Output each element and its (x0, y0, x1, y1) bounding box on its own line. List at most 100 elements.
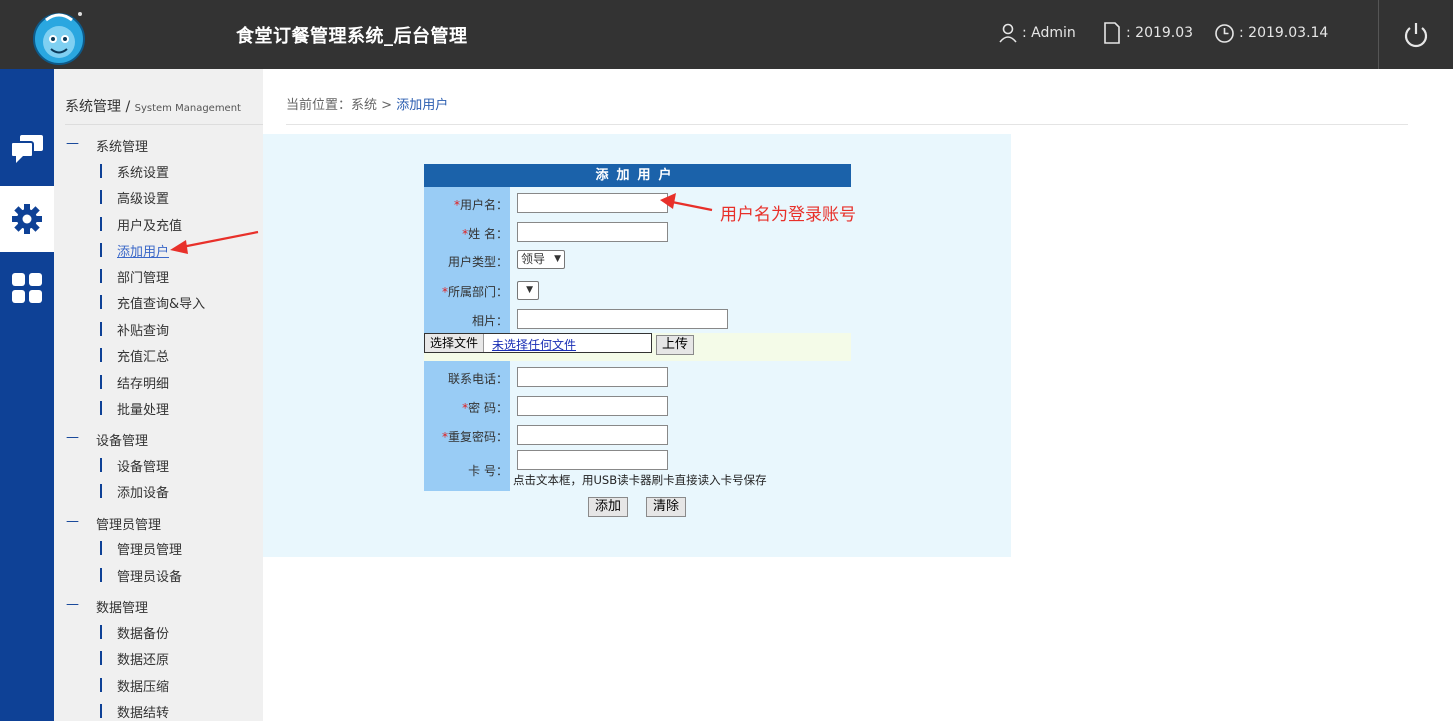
item-bar (100, 541, 102, 555)
grid-icon (12, 273, 42, 303)
version-sep: : (1126, 25, 1131, 41)
item-bar (100, 217, 102, 231)
user-type-label: 用户类型： (447, 255, 508, 269)
item-label: 补贴查询 (117, 324, 170, 339)
repeat-password-label: *重复密码： (418, 428, 508, 445)
chevron-down-icon: ▼ (526, 285, 533, 295)
breadcrumb-divider (286, 124, 1408, 125)
item-label: 系统设置 (117, 166, 170, 181)
item-label: 部门管理 (117, 271, 170, 286)
user-icon (999, 23, 1017, 43)
group-label: 设备管理 (96, 434, 149, 449)
department-label: *所属部门： (418, 283, 508, 300)
item-label: 用户及充值 (117, 219, 183, 234)
card-input[interactable] (517, 450, 668, 470)
group-dash: — (66, 430, 79, 445)
username-input[interactable] (517, 193, 668, 213)
icon-rail (0, 69, 54, 721)
version-text: 2019.03 (1135, 25, 1194, 41)
password-input[interactable] (517, 396, 668, 416)
item-label: 管理员设备 (117, 570, 183, 585)
rail-messages[interactable] (0, 116, 54, 182)
name-label: *姓 名： (418, 225, 508, 242)
item-bar (100, 322, 102, 336)
user-type-select[interactable]: 领导 ▼ (517, 250, 565, 269)
item-bar (100, 164, 102, 178)
breadcrumb-prefix: 当前位置：系统 (286, 98, 378, 113)
item-label: 设备管理 (117, 460, 170, 475)
item-bar (100, 190, 102, 204)
password-label-text: 密 码： (468, 401, 508, 415)
upload-button[interactable]: 上传 (656, 335, 694, 355)
user-type-value: 领导 (521, 252, 546, 266)
clock-icon (1215, 23, 1234, 43)
item-label: 批量处理 (117, 403, 170, 418)
version-info: : 2019.03 (1102, 22, 1193, 44)
rail-settings[interactable] (0, 186, 54, 252)
group-label: 系统管理 (96, 140, 149, 155)
sidebar-title-sep: / (121, 99, 135, 115)
item-label: 充值查询&导入 (117, 297, 206, 312)
date-info: : 2019.03.14 (1214, 22, 1328, 44)
repeat-password-input[interactable] (517, 425, 668, 445)
item-label: 结存明细 (117, 377, 170, 392)
add-button[interactable]: 添加 (588, 497, 628, 517)
user-name: Admin (1031, 25, 1076, 41)
file-status: 未选择任何文件 (492, 338, 577, 352)
item-label: 数据结转 (117, 706, 170, 721)
phone-label: 联系电话： (447, 372, 508, 386)
item-bar (100, 401, 102, 415)
group-label: 管理员管理 (96, 518, 162, 533)
item-label: 数据压缩 (117, 680, 170, 695)
sidebar-subtitle: System Management (134, 103, 241, 114)
username-label: *用户名： (418, 196, 508, 213)
item-bar (100, 704, 102, 718)
item-bar (100, 458, 102, 472)
name-label-text: 姓 名： (468, 227, 508, 241)
item-label: 添加用户 (117, 245, 170, 260)
choose-file-button[interactable]: 选择文件 (425, 334, 485, 352)
photo-path-input[interactable] (517, 309, 728, 329)
chevron-down-icon: ▼ (554, 254, 561, 264)
sidebar-title: 系统管理 / System Management (65, 96, 263, 125)
photo-label: 相片： (471, 314, 508, 328)
date-text: 2019.03.14 (1248, 25, 1329, 41)
item-label: 高级设置 (117, 192, 170, 207)
power-icon (1404, 22, 1428, 47)
annotation-text: 用户名为登录账号 (720, 205, 856, 225)
item-label: 数据备份 (117, 627, 170, 642)
form-title: 添加用户 (424, 164, 851, 187)
password-label: *密 码： (418, 399, 508, 416)
logout-button[interactable] (1378, 0, 1453, 69)
group-label: 数据管理 (96, 601, 149, 616)
chat-icon (10, 135, 43, 163)
item-bar (100, 568, 102, 582)
user-info[interactable]: : Admin (998, 22, 1076, 44)
breadcrumb-current[interactable]: 添加用户 (396, 98, 448, 113)
item-bar (100, 269, 102, 283)
phone-input[interactable] (517, 367, 668, 387)
department-select[interactable]: ▼ (517, 281, 539, 300)
name-input[interactable] (517, 222, 668, 242)
item-bar (100, 625, 102, 639)
document-icon (1104, 22, 1120, 44)
item-label: 数据还原 (117, 653, 170, 668)
item-bar (100, 375, 102, 389)
breadcrumb-sep: > (377, 98, 397, 113)
item-bar (100, 348, 102, 362)
date-sep: : (1239, 25, 1244, 41)
group-dash: — (66, 136, 79, 151)
department-label-text: 所属部门： (447, 285, 508, 299)
item-label: 添加设备 (117, 486, 170, 501)
app-title: 食堂订餐管理系统_后台管理 (236, 26, 468, 47)
group-dash: — (66, 514, 79, 529)
sidebar-title-text: 系统管理 (65, 99, 121, 115)
clear-button[interactable]: 清除 (646, 497, 686, 517)
rail-apps[interactable] (0, 255, 54, 321)
item-bar (100, 243, 102, 257)
item-label: 管理员管理 (117, 543, 183, 558)
breadcrumb: 当前位置：系统 > 添加用户 (286, 94, 448, 113)
sidebar: 系统管理 / System Management — 系统管理 系统设置 高级设置… (54, 69, 263, 721)
username-label-text: 用户名： (459, 198, 508, 212)
group-dash: — (66, 597, 79, 612)
